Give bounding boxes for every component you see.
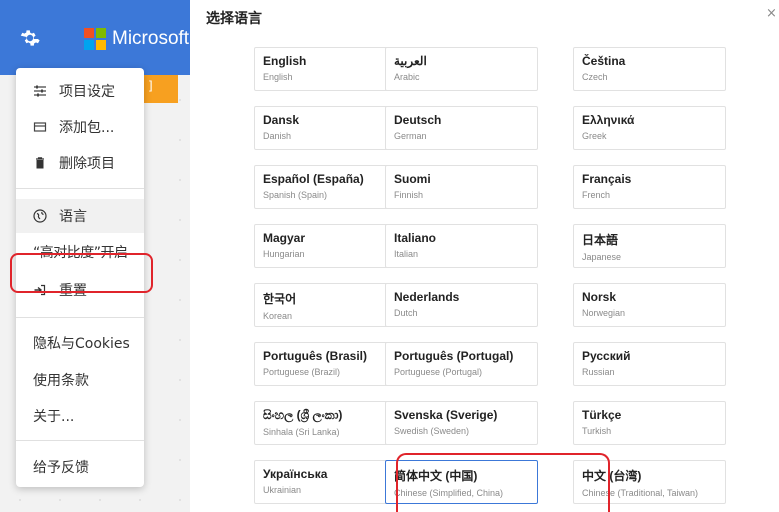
language-english-name: Turkish [582, 426, 612, 436]
language-english-name: German [394, 131, 427, 141]
menu-item-label: 使用条款 [33, 373, 89, 389]
language-option[interactable]: 日本語 Japanese [573, 224, 726, 268]
language-option[interactable]: Português (Portugal) Portuguese (Portugal… [385, 342, 538, 386]
language-native-name: Русский [582, 349, 631, 363]
language-native-name: Türkçe [582, 408, 622, 422]
language-native-name: Ελληνικά [582, 113, 635, 127]
language-english-name: Dutch [394, 308, 418, 318]
language-english-name: French [582, 190, 611, 200]
language-native-name: Suomi [394, 172, 431, 186]
download-button[interactable]: ] [140, 75, 178, 103]
gear-icon[interactable] [19, 27, 41, 49]
language-option[interactable]: Deutsch German [385, 106, 538, 150]
menu-item-terms[interactable]: 使用条款 [16, 363, 144, 397]
dialog-title: 选择语言 [206, 11, 262, 27]
language-native-name: Nederlands [394, 290, 460, 304]
menu-item-add-package[interactable]: 添加包... [16, 110, 144, 144]
sliders-icon [33, 84, 47, 98]
menu-item-about[interactable]: 关于... [16, 399, 144, 433]
language-option[interactable]: Norsk Norwegian [573, 283, 726, 327]
language-native-name: 日本語 [582, 233, 619, 247]
menu-item-label: 隐私与Cookies [33, 336, 130, 352]
menu-divider [16, 440, 144, 441]
menu-item-project-settings[interactable]: 项目设定 [16, 74, 144, 108]
download-button-label: ] [148, 79, 153, 93]
language-option[interactable]: Suomi Finnish [385, 165, 538, 209]
language-option[interactable]: Italiano Italian [385, 224, 538, 268]
language-native-name: Italiano [394, 231, 437, 245]
menu-divider [16, 188, 144, 189]
menu-item-privacy[interactable]: 隐私与Cookies [16, 326, 144, 360]
menu-item-label: 关于... [33, 409, 75, 425]
language-english-name: Greek [582, 131, 607, 141]
language-native-name: Norsk [582, 290, 617, 304]
top-bar: Microsoft [0, 0, 190, 75]
language-option[interactable]: Svenska (Sverige) Swedish (Sweden) [385, 401, 538, 445]
language-dialog: 选择语言 × English English العربية Arabic Češtin… [190, 0, 779, 512]
menu-item-label: 删除项目 [59, 156, 115, 172]
language-option[interactable]: Čeština Czech [573, 47, 726, 91]
package-icon [33, 120, 47, 134]
language-native-name: Svenska (Sverige) [394, 408, 498, 422]
language-native-name: Deutsch [394, 113, 442, 127]
language-english-name: Portuguese (Portugal) [394, 367, 483, 377]
language-english-name: Finnish [394, 190, 424, 200]
microsoft-logo [84, 28, 106, 50]
language-native-name: Français [582, 172, 632, 186]
language-option[interactable]: Ελληνικά Greek [573, 106, 726, 150]
language-option[interactable]: Nederlands Dutch [385, 283, 538, 327]
language-native-name: Čeština [582, 54, 626, 68]
brand-name: Microsoft [112, 28, 190, 49]
highlight-box-selected-language [396, 453, 610, 512]
language-english-name: Arabic [394, 72, 420, 82]
menu-divider [16, 317, 144, 318]
language-english-name: Japanese [582, 252, 622, 262]
language-option[interactable]: Türkçe Turkish [573, 401, 726, 445]
language-native-name: العربية [394, 54, 427, 68]
menu-item-label: 项目设定 [59, 84, 115, 100]
menu-item-label: 添加包... [59, 120, 115, 136]
menu-item-feedback[interactable]: 给予反馈 [16, 450, 144, 484]
trash-icon [33, 156, 47, 170]
language-english-name: Italian [394, 249, 419, 259]
highlight-box-reset [10, 253, 153, 293]
language-english-name: Norwegian [582, 308, 626, 318]
language-english-name: Czech [582, 72, 608, 82]
menu-item-label: 给予反馈 [33, 460, 89, 476]
language-option[interactable]: Русский Russian [573, 342, 726, 386]
close-icon[interactable]: × [766, 6, 777, 21]
language-option[interactable]: العربية Arabic [385, 47, 538, 91]
language-native-name: Português (Portugal) [394, 349, 514, 363]
menu-item-label: 语言 [59, 209, 87, 225]
menu-item-language[interactable]: 语言 [16, 199, 144, 233]
menu-item-delete-project[interactable]: 删除项目 [16, 146, 144, 180]
language-english-name: Russian [582, 367, 615, 377]
globe-icon [33, 209, 47, 223]
language-option[interactable]: Français French [573, 165, 726, 209]
language-english-name: Swedish (Sweden) [394, 426, 470, 436]
